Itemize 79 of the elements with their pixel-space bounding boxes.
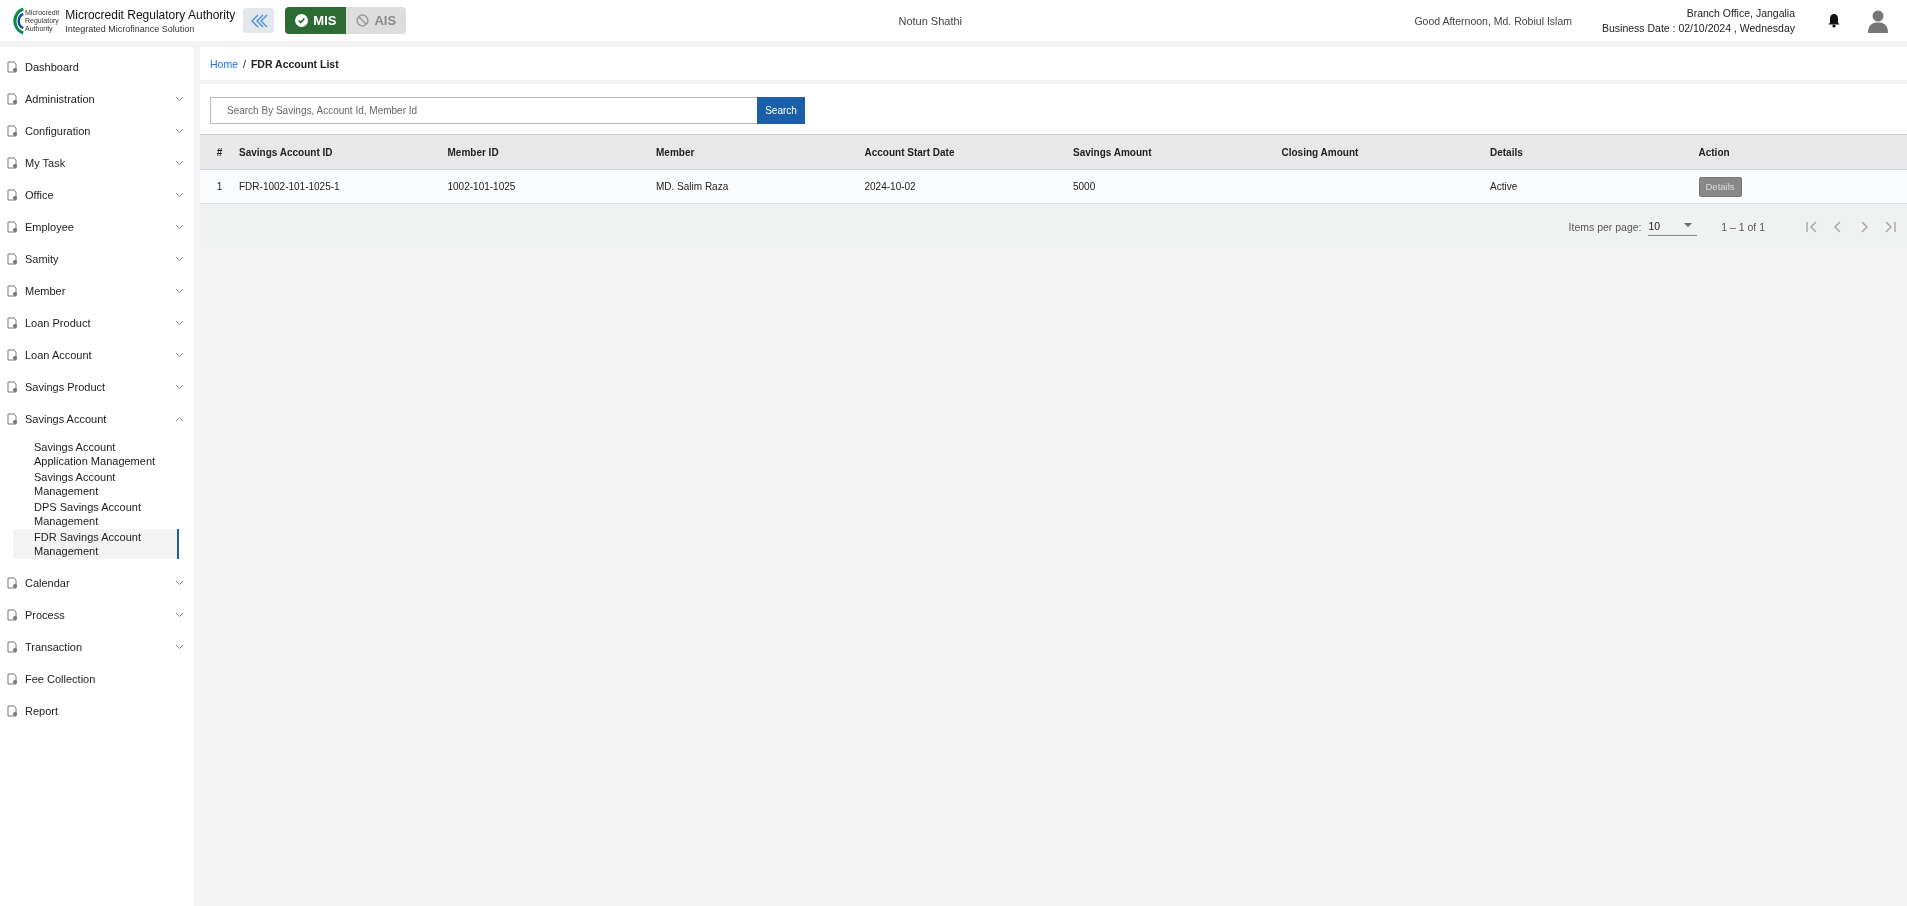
sidebar-item[interactable]: Member bbox=[0, 275, 194, 307]
check-circle-icon bbox=[295, 14, 309, 27]
sidebar-item[interactable]: Report bbox=[0, 695, 194, 727]
sidebar-item[interactable]: Administration bbox=[0, 83, 194, 115]
last-page-icon[interactable] bbox=[1883, 219, 1897, 234]
page-range: 1 – 1 of 1 bbox=[1721, 220, 1765, 233]
column-header: Action bbox=[1698, 146, 1731, 158]
sidebar-item[interactable]: Savings Account bbox=[0, 403, 194, 435]
bell-icon[interactable] bbox=[1827, 13, 1841, 28]
branch-name: Branch Office, Jangalia bbox=[1686, 7, 1795, 19]
table-cell-text: 2024-10-02 bbox=[864, 181, 917, 192]
user-avatar-icon[interactable] bbox=[1867, 8, 1889, 33]
sidebar-item[interactable]: Loan Product bbox=[0, 307, 194, 339]
column-header: Details bbox=[1490, 146, 1524, 158]
document-icon bbox=[7, 349, 18, 361]
sidebar-item[interactable]: Calendar bbox=[0, 567, 194, 599]
submenu-item[interactable]: DPS Savings Account Management bbox=[13, 499, 179, 529]
table-cell-text: 5000 bbox=[1073, 181, 1097, 192]
document-icon bbox=[7, 381, 18, 393]
page-size-select[interactable]: 10 bbox=[1647, 217, 1698, 236]
column-header: Savings Amount bbox=[1073, 146, 1153, 158]
document-icon bbox=[7, 221, 18, 233]
sidebar-item[interactable]: Transaction bbox=[0, 631, 194, 663]
submenu-item[interactable]: Savings Account Application Management bbox=[13, 439, 179, 469]
sidebar-item[interactable]: Configuration bbox=[0, 115, 194, 147]
table-row[interactable]: 1 FDR-1002-101-1025-1 1002-101-1025 MD. Salim Raza 2024-10-02 5000 Active Details bbox=[200, 170, 1907, 204]
document-icon bbox=[7, 705, 18, 717]
business-date: Business Date : 02/10/2024 , Wednesday bbox=[1602, 22, 1795, 34]
dropdown-arrow-icon bbox=[1684, 223, 1693, 228]
document-icon bbox=[7, 317, 18, 329]
table-cell-text: FDR-1002-101-1025-1 bbox=[239, 181, 341, 192]
app-subtitle: Integrated Microfinance Solution bbox=[65, 23, 196, 34]
sidebar-item[interactable]: Fee Collection bbox=[0, 663, 194, 695]
document-icon bbox=[7, 61, 18, 73]
blocked-icon bbox=[356, 14, 370, 27]
document-icon bbox=[7, 609, 18, 621]
document-icon bbox=[7, 253, 18, 265]
document-icon bbox=[7, 93, 18, 105]
sidebar-item[interactable]: My Task bbox=[0, 147, 194, 179]
document-icon bbox=[7, 157, 18, 169]
column-header: Account Start Date bbox=[864, 146, 956, 158]
column-header: Member ID bbox=[447, 146, 500, 158]
sidebar-item[interactable]: Loan Account bbox=[0, 339, 194, 371]
sidebar-item[interactable]: Office bbox=[0, 179, 194, 211]
double-chevron-left-icon bbox=[249, 13, 268, 28]
breadcrumb-current: FDR Account List bbox=[250, 57, 339, 70]
submenu-item[interactable]: FDR Savings Account Management bbox=[13, 529, 179, 559]
document-icon bbox=[7, 285, 18, 297]
column-header: Closing Amount bbox=[1281, 146, 1360, 158]
column-header: Member bbox=[656, 146, 696, 158]
column-header: Savings Account ID bbox=[239, 146, 334, 158]
sidebar-item[interactable]: Savings Product bbox=[0, 371, 194, 403]
table-cell-text: MD. Salim Raza bbox=[656, 181, 730, 192]
document-icon bbox=[7, 189, 18, 201]
document-icon bbox=[7, 673, 18, 685]
sidebar-item[interactable]: Dashboard bbox=[0, 51, 194, 83]
submenu-item[interactable]: Savings Account Management bbox=[13, 469, 179, 499]
breadcrumb-separator: / bbox=[243, 57, 246, 70]
document-icon bbox=[7, 413, 18, 425]
sidebar-item[interactable]: Process bbox=[0, 599, 194, 631]
search-field[interactable]: Search By Savings, Account Id, Member Id bbox=[210, 97, 757, 124]
app-title: Microcredit Regulatory Authority bbox=[65, 7, 236, 22]
document-icon bbox=[7, 577, 18, 589]
items-per-page-label: Items per page: bbox=[1568, 220, 1642, 233]
organization-name: Notun Shathi bbox=[897, 14, 964, 27]
table-cell-text: 1 bbox=[215, 181, 224, 192]
first-page-icon[interactable] bbox=[1805, 219, 1819, 234]
document-icon bbox=[7, 125, 18, 137]
collapse-button[interactable] bbox=[243, 8, 275, 33]
module-tab[interactable]: MIS bbox=[285, 7, 347, 34]
search-button[interactable]: Search bbox=[757, 97, 805, 124]
sidebar-item[interactable]: Employee bbox=[0, 211, 194, 243]
table-cell-text: 1002-101-1025 bbox=[447, 181, 517, 192]
greeting-text: Good Afternoon, Md. Robiul Islam bbox=[1414, 14, 1572, 27]
sidebar-item[interactable]: Samity bbox=[0, 243, 194, 275]
document-icon bbox=[7, 641, 18, 653]
table-cell-text: Active bbox=[1490, 181, 1519, 192]
breadcrumb-link[interactable]: Home bbox=[210, 57, 238, 70]
column-header: # bbox=[215, 146, 224, 158]
